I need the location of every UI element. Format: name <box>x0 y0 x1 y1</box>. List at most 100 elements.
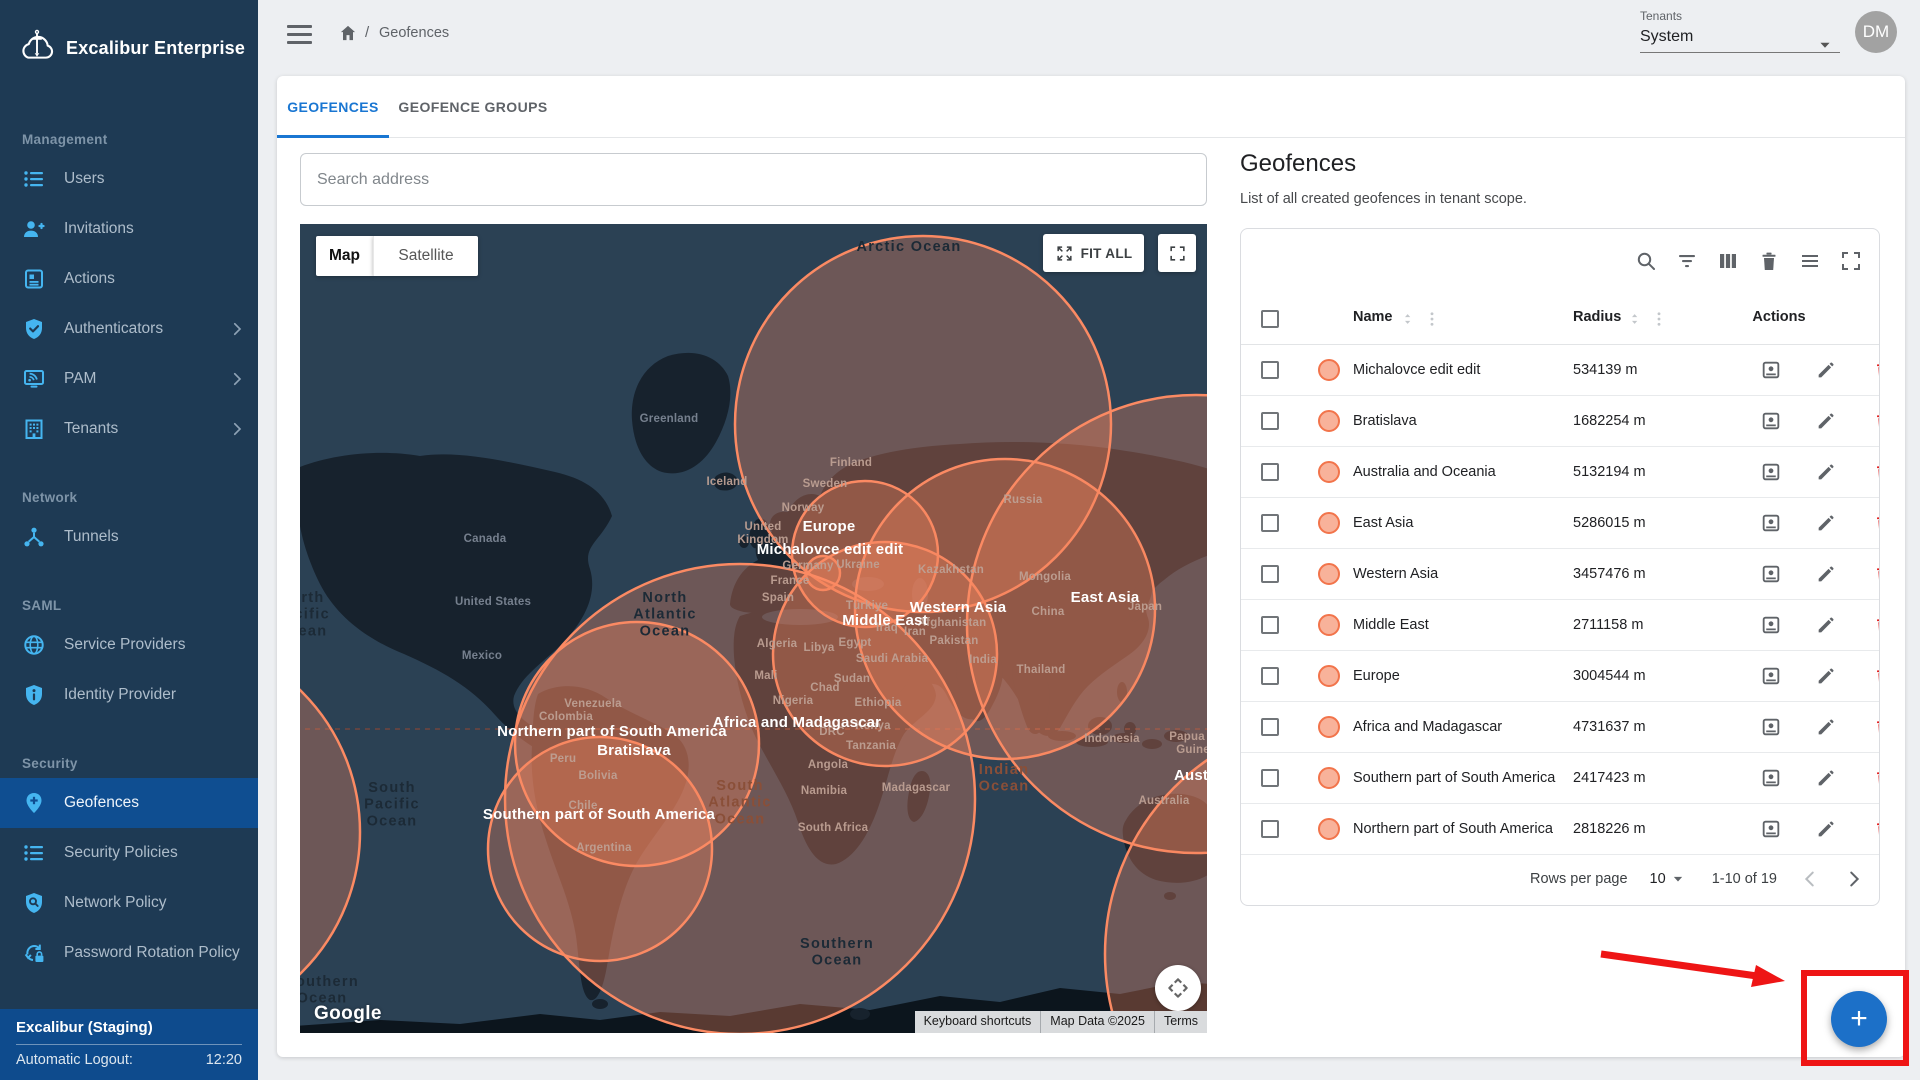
edit-button[interactable] <box>1815 410 1837 432</box>
density-button[interactable] <box>1798 249 1822 273</box>
delete-button[interactable] <box>1872 818 1880 840</box>
table-row[interactable]: Australia and Oceania5132194 m <box>1241 447 1879 498</box>
delete-button[interactable] <box>1872 716 1880 738</box>
geofence-map-label-middle-east: Middle East <box>842 612 928 629</box>
table-pagination: Rows per page 10 1-10 of 19 <box>1241 853 1879 905</box>
edit-button[interactable] <box>1815 563 1837 585</box>
delete-button[interactable] <box>1757 249 1781 273</box>
sidebar-item-tunnels[interactable]: Tunnels <box>0 512 258 562</box>
avatar[interactable]: DM <box>1855 11 1897 53</box>
tenants-select[interactable]: System <box>1640 28 1693 46</box>
edit-button[interactable] <box>1815 461 1837 483</box>
row-checkbox[interactable] <box>1261 361 1279 379</box>
rows-per-page-select[interactable]: 10 <box>1650 871 1666 887</box>
person-add-icon <box>22 217 46 241</box>
preview-button[interactable] <box>1760 410 1782 432</box>
map[interactable]: Arctic OceanNorthAtlanticOceanNorthPacif… <box>300 224 1207 1033</box>
search-address-input[interactable] <box>300 153 1207 206</box>
table-row[interactable]: Western Asia3457476 m <box>1241 549 1879 600</box>
map-fullscreen-button[interactable] <box>1158 234 1196 272</box>
edit-button[interactable] <box>1815 512 1837 534</box>
home-icon[interactable] <box>338 23 358 43</box>
preview-button[interactable] <box>1760 563 1782 585</box>
preview-button[interactable] <box>1760 614 1782 636</box>
row-checkbox[interactable] <box>1261 412 1279 430</box>
rows-per-page-caret-icon[interactable] <box>1668 869 1688 889</box>
fullscreen-button[interactable] <box>1839 249 1863 273</box>
table-row[interactable]: Europe3004544 m <box>1241 651 1879 702</box>
table-row[interactable]: Bratislava1682254 m <box>1241 396 1879 447</box>
attribution-terms[interactable]: Terms <box>1154 1011 1207 1033</box>
sidebar-item-tenants[interactable]: Tenants <box>0 404 258 454</box>
sidebar-item-identity-provider[interactable]: Identity Provider <box>0 670 258 720</box>
sidebar-item-actions[interactable]: Actions <box>0 254 258 304</box>
delete-button[interactable] <box>1872 563 1880 585</box>
table-header-row: Name Radius Actions <box>1241 293 1879 345</box>
columns-button[interactable] <box>1716 249 1740 273</box>
preview-button[interactable] <box>1760 716 1782 738</box>
edit-button[interactable] <box>1815 665 1837 687</box>
sidebar-item-security-policies[interactable]: Security Policies <box>0 828 258 878</box>
sort-icon[interactable] <box>1399 310 1417 328</box>
edit-button[interactable] <box>1815 716 1837 738</box>
table-row[interactable]: Africa and Madagascar4731637 m <box>1241 702 1879 753</box>
row-checkbox[interactable] <box>1261 667 1279 685</box>
edit-button[interactable] <box>1815 767 1837 789</box>
delete-button[interactable] <box>1872 410 1880 432</box>
preview-button[interactable] <box>1760 767 1782 789</box>
sidebar-item-service-providers[interactable]: Service Providers <box>0 620 258 670</box>
edit-button[interactable] <box>1815 614 1837 636</box>
preview-button[interactable] <box>1760 461 1782 483</box>
delete-button[interactable] <box>1872 767 1880 789</box>
row-checkbox[interactable] <box>1261 769 1279 787</box>
add-geofence-fab[interactable]: + <box>1831 991 1887 1047</box>
sidebar-item-network-policy[interactable]: Network Policy <box>0 878 258 928</box>
select-all-checkbox[interactable] <box>1261 310 1279 328</box>
edit-button[interactable] <box>1815 818 1837 840</box>
delete-button[interactable] <box>1872 665 1880 687</box>
preview-button[interactable] <box>1760 359 1782 381</box>
delete-button[interactable] <box>1872 359 1880 381</box>
map-type-map-button[interactable]: Map <box>316 236 373 276</box>
column-menu-icon[interactable] <box>1423 310 1441 328</box>
preview-button[interactable] <box>1760 818 1782 840</box>
table-row[interactable]: Middle East2711158 m <box>1241 600 1879 651</box>
row-checkbox[interactable] <box>1261 514 1279 532</box>
sidebar-item-users[interactable]: Users <box>0 154 258 204</box>
previous-page-button[interactable] <box>1799 868 1821 890</box>
table-row[interactable]: Southern part of South America2417423 m <box>1241 753 1879 804</box>
delete-button[interactable] <box>1872 512 1880 534</box>
table-row[interactable]: East Asia5286015 m <box>1241 498 1879 549</box>
menu-toggle-button[interactable] <box>287 25 312 44</box>
row-checkbox[interactable] <box>1261 820 1279 838</box>
filter-button[interactable] <box>1675 249 1699 273</box>
column-menu-icon[interactable] <box>1650 310 1668 328</box>
sidebar-item-geofences[interactable]: Geofences <box>0 778 258 828</box>
delete-button[interactable] <box>1872 461 1880 483</box>
row-checkbox[interactable] <box>1261 565 1279 583</box>
tab-geofence-groups[interactable]: GEOFENCE GROUPS <box>389 76 557 138</box>
row-checkbox[interactable] <box>1261 718 1279 736</box>
table-row[interactable]: Northern part of South America2818226 m <box>1241 804 1879 855</box>
search-button[interactable] <box>1634 249 1658 273</box>
attribution-keyboard-shortcuts[interactable]: Keyboard shortcuts <box>915 1011 1041 1033</box>
sidebar-item-password-rotation-policy[interactable]: Password Rotation Policy <box>0 928 258 978</box>
map-pan-control[interactable] <box>1155 965 1201 1011</box>
row-checkbox[interactable] <box>1261 616 1279 634</box>
sidebar-item-authenticators[interactable]: Authenticators <box>0 304 258 354</box>
attribution-map-data-2025[interactable]: Map Data ©2025 <box>1040 1011 1154 1033</box>
fit-all-button[interactable]: FIT ALL <box>1043 234 1144 272</box>
delete-button[interactable] <box>1872 614 1880 636</box>
sidebar-item-label: Network Policy <box>64 894 167 912</box>
sort-icon[interactable] <box>1626 310 1644 328</box>
sidebar-item-invitations[interactable]: Invitations <box>0 204 258 254</box>
tab-geofences[interactable]: GEOFENCES <box>277 76 389 138</box>
map-type-satellite-button[interactable]: Satellite <box>373 236 478 276</box>
row-checkbox[interactable] <box>1261 463 1279 481</box>
table-row[interactable]: Michalovce edit edit534139 m <box>1241 345 1879 396</box>
preview-button[interactable] <box>1760 512 1782 534</box>
sidebar-item-pam[interactable]: PAM <box>0 354 258 404</box>
preview-button[interactable] <box>1760 665 1782 687</box>
edit-button[interactable] <box>1815 359 1837 381</box>
next-page-button[interactable] <box>1843 868 1865 890</box>
